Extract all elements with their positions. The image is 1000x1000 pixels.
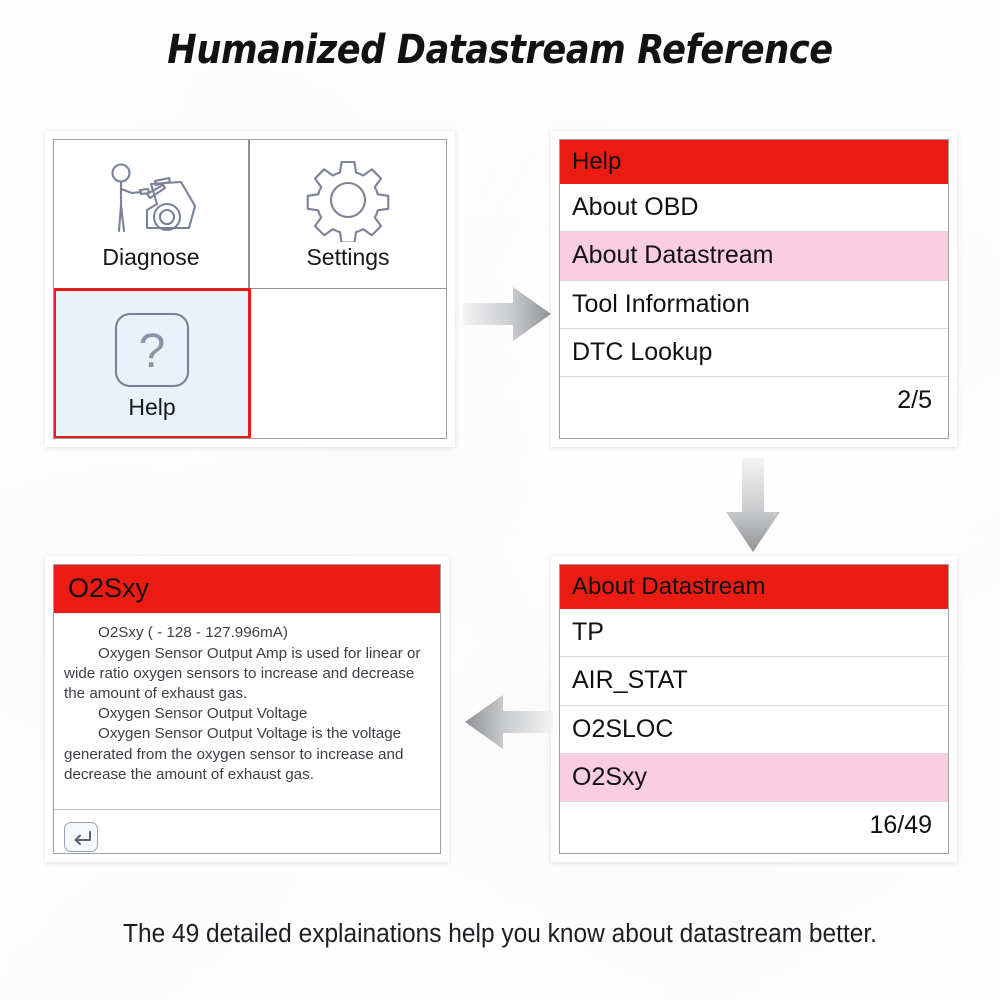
help-screen-panel: Help About OBD About Datastream Tool Inf… — [551, 131, 957, 447]
detail-paragraph: Oxygen Sensor Output Amp is used for lin… — [64, 644, 421, 702]
home-tile-label: Settings — [306, 244, 390, 271]
detail-paragraph: Oxygen Sensor Output Voltage — [98, 705, 308, 723]
help-screen-header: Help — [560, 140, 948, 185]
help-screen-inner: Help About OBD About Datastream Tool Inf… — [559, 139, 949, 439]
about-datastream-inner: About Datastream TP AIR_STAT O2SLOC O2Sx… — [559, 564, 949, 854]
home-tile-diagnose[interactable]: Diagnose — [54, 140, 250, 289]
detail-screen-header: O2Sxy — [54, 565, 440, 614]
page-title: Humanized Datastream Reference — [167, 27, 833, 73]
home-screen-panel: Diagnose Settings ? Help — [45, 131, 455, 447]
page-root: Humanized Datastream Reference Diagnose … — [0, 0, 1000, 1000]
datastream-list-item-o2sloc[interactable]: O2SLOC — [560, 705, 948, 754]
home-tile-label: Help — [128, 393, 176, 420]
home-tile-label: Diagnose — [102, 244, 200, 271]
question-mark-icon: ? — [112, 307, 192, 393]
detail-screen-body: O2Sxy ( - 128 - 127.996mA) Oxygen Sensor… — [54, 613, 440, 809]
about-datastream-header: About Datastream — [560, 565, 948, 610]
help-list-item-dtc-lookup[interactable]: DTC Lookup — [560, 328, 948, 378]
help-screen-pager: 2/5 — [560, 377, 948, 425]
arrow-home-to-help — [463, 283, 553, 350]
about-datastream-panel: About Datastream TP AIR_STAT O2SLOC O2Sx… — [551, 556, 957, 862]
home-tile-empty — [250, 289, 446, 438]
detail-screen-footer — [54, 809, 440, 853]
datastream-list-item-air-stat[interactable]: AIR_STAT — [560, 657, 948, 706]
help-list-item-about-obd[interactable]: About OBD — [560, 184, 948, 233]
datastream-list-item-tp[interactable]: TP — [560, 609, 948, 658]
arrow-help-to-about — [722, 458, 784, 559]
about-datastream-pager: 16/49 — [560, 802, 948, 850]
mechanic-car-icon — [99, 157, 203, 243]
help-list-item-about-datastream[interactable]: About Datastream — [560, 232, 948, 281]
svg-text:?: ? — [139, 325, 166, 378]
home-tile-settings[interactable]: Settings — [250, 140, 446, 289]
help-list-item-tool-information[interactable]: Tool Information — [560, 280, 948, 329]
gear-icon — [306, 157, 390, 243]
datastream-list-item-o2sxy[interactable]: O2Sxy — [560, 753, 948, 803]
detail-screen-panel: O2Sxy O2Sxy ( - 128 - 127.996mA) Oxygen … — [45, 556, 449, 862]
detail-paragraph: Oxygen Sensor Output Voltage is the volt… — [64, 725, 404, 783]
home-menu-grid: Diagnose Settings ? Help — [54, 140, 446, 438]
detail-paragraph: O2Sxy ( - 128 - 127.996mA) — [98, 624, 288, 642]
back-button[interactable] — [64, 821, 98, 852]
home-screen-inner: Diagnose Settings ? Help — [53, 139, 447, 439]
page-caption: The 49 detailed explainations help you k… — [123, 920, 877, 948]
back-icon — [74, 830, 91, 845]
home-tile-help[interactable]: ? Help — [54, 288, 251, 438]
detail-screen-inner: O2Sxy O2Sxy ( - 128 - 127.996mA) Oxygen … — [53, 564, 441, 854]
arrow-about-to-detail — [463, 691, 553, 758]
